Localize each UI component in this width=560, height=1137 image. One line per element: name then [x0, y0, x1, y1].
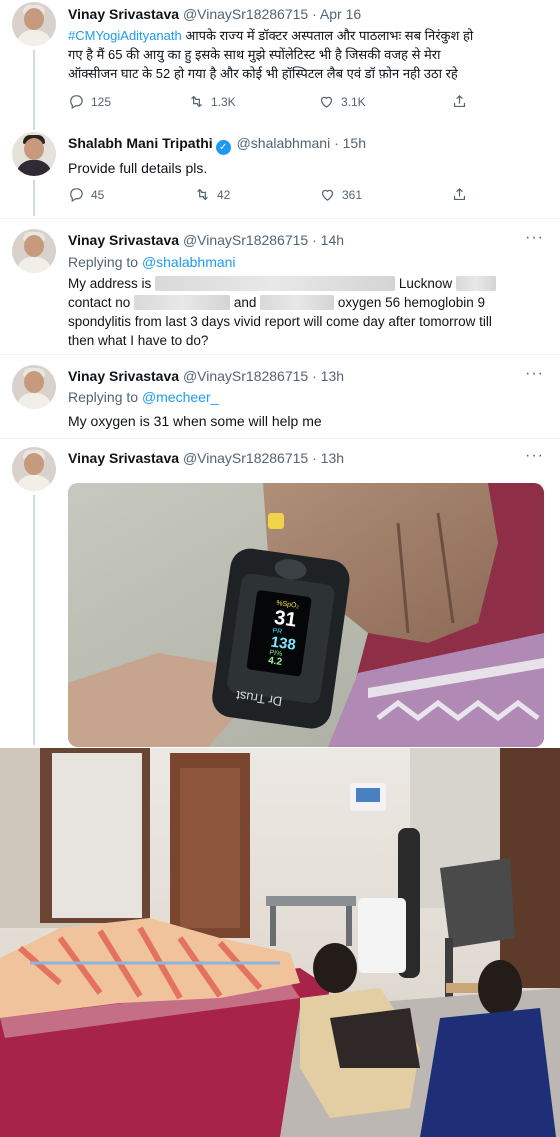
retweet-button[interactable]: 1.3K [188, 93, 236, 110]
redacted-phone [134, 295, 231, 310]
like-icon [321, 189, 334, 201]
like-icon [320, 96, 333, 108]
retweet-icon [191, 95, 202, 108]
more-icon[interactable]: ··· [525, 365, 544, 383]
avatar[interactable] [12, 365, 56, 409]
like-button[interactable]: 3.1K [318, 93, 366, 110]
more-icon[interactable]: ··· [525, 447, 544, 465]
timestamp[interactable]: · 15h [334, 135, 366, 151]
reply-count: 125 [91, 94, 112, 109]
avatar[interactable] [12, 2, 56, 46]
share-icon [453, 187, 466, 201]
author-name[interactable]: Shalabh Mani Tripathi [68, 135, 213, 151]
tweet-text: #CMYogiAdityanath आपके राज्य में डॉक्टर … [68, 28, 474, 81]
tweet-header: Vinay Srivastava @VinaySr18286715 · 13h [68, 450, 344, 466]
author-handle[interactable]: @shalabhmani [237, 135, 331, 151]
tweet-header: Vinay Srivastava @VinaySr18286715 · 13h [68, 368, 344, 384]
thread-line [33, 180, 35, 216]
tweet-header: Vinay Srivastava @VinaySr18286715 · Apr … [68, 6, 361, 22]
tweet-5[interactable]: Vinay Srivastava @VinaySr18286715 · 13h … [0, 439, 560, 745]
share-button[interactable] [451, 93, 468, 110]
tweet-actions: 45 42 361 [68, 186, 488, 206]
author-handle[interactable]: @VinaySr18286715 [183, 6, 308, 22]
replying-to-link[interactable]: @mecheer_ [142, 389, 218, 405]
retweet-count: 42 [217, 187, 231, 202]
replying-to-link[interactable]: @shalabhmani [142, 254, 236, 270]
author-name[interactable]: Vinay Srivastava [68, 450, 179, 466]
author-handle[interactable]: @VinaySr18286715 [183, 368, 308, 384]
redacted-address [155, 276, 396, 291]
thread-line [33, 50, 35, 130]
reply-button[interactable]: 45 [68, 186, 104, 203]
verified-badge-icon: ✓ [215, 140, 231, 155]
share-button[interactable] [451, 186, 468, 203]
hashtag-link[interactable]: #CMYogiAdityanath [68, 28, 182, 43]
author-name[interactable]: Vinay Srivastava [68, 232, 179, 248]
like-count: 361 [342, 187, 363, 202]
share-icon [453, 94, 466, 108]
timestamp[interactable]: · 13h [312, 450, 344, 466]
room-photo [0, 748, 560, 1137]
avatar[interactable] [12, 447, 56, 491]
like-count: 3.1K [341, 94, 366, 109]
author-name[interactable]: Vinay Srivastava [68, 6, 179, 22]
tweet-media-oximeter[interactable]: %SpO₂ 31 PR 138 PI% 4.2 Dr Trust [68, 483, 544, 747]
redacted-phone [260, 295, 335, 310]
reply-icon [70, 95, 83, 109]
author-handle[interactable]: @VinaySr18286715 [183, 450, 308, 466]
tweet-2[interactable]: Shalabh Mani Tripathi ✓ @shalabhmani · 15… [0, 122, 560, 217]
tweet-header: Shalabh Mani Tripathi ✓ @shalabhmani · 15… [68, 135, 366, 155]
room-scene [0, 748, 560, 1137]
redacted-text [455, 276, 496, 291]
reply-count: 45 [91, 187, 105, 202]
tweet-actions: 125 1.3K 3.1K [68, 93, 488, 113]
tweet-header: Vinay Srivastava @VinaySr18286715 · 14h [68, 232, 344, 248]
tweet-3[interactable]: Vinay Srivastava @VinaySr18286715 · 14h … [0, 219, 560, 353]
avatar[interactable] [12, 229, 56, 273]
more-icon[interactable]: ··· [525, 229, 544, 247]
like-button[interactable]: 361 [319, 186, 362, 203]
replying-to: Replying to @mecheer_ [68, 389, 219, 405]
author-name[interactable]: Vinay Srivastava [68, 368, 179, 384]
avatar[interactable] [12, 132, 56, 176]
tweet-text: My address is Lucknow contact no and oxy… [68, 274, 538, 350]
timestamp[interactable]: · 13h [312, 368, 344, 384]
replying-to: Replying to @shalabhmani [68, 254, 236, 270]
tweet-text: My oxygen is 31 when some will help me [68, 413, 322, 429]
tweet-1[interactable]: Vinay Srivastava @VinaySr18286715 · Apr … [0, 0, 560, 130]
retweet-icon [197, 188, 208, 201]
author-handle[interactable]: @VinaySr18286715 [183, 232, 308, 248]
reply-icon [70, 188, 83, 202]
reply-button[interactable]: 125 [68, 93, 111, 110]
tweet-4[interactable]: Vinay Srivastava @VinaySr18286715 · 13h … [0, 355, 560, 437]
retweet-count: 1.3K [211, 94, 236, 109]
tweet-text: Provide full details pls. [68, 160, 208, 176]
oximeter-display: %SpO₂ 31 PR 138 PI% 4.2 [266, 600, 329, 686]
thread-line [33, 495, 35, 745]
timestamp[interactable]: · 14h [312, 232, 344, 248]
timestamp[interactable]: · Apr 16 [312, 6, 361, 22]
retweet-button[interactable]: 42 [194, 186, 230, 203]
